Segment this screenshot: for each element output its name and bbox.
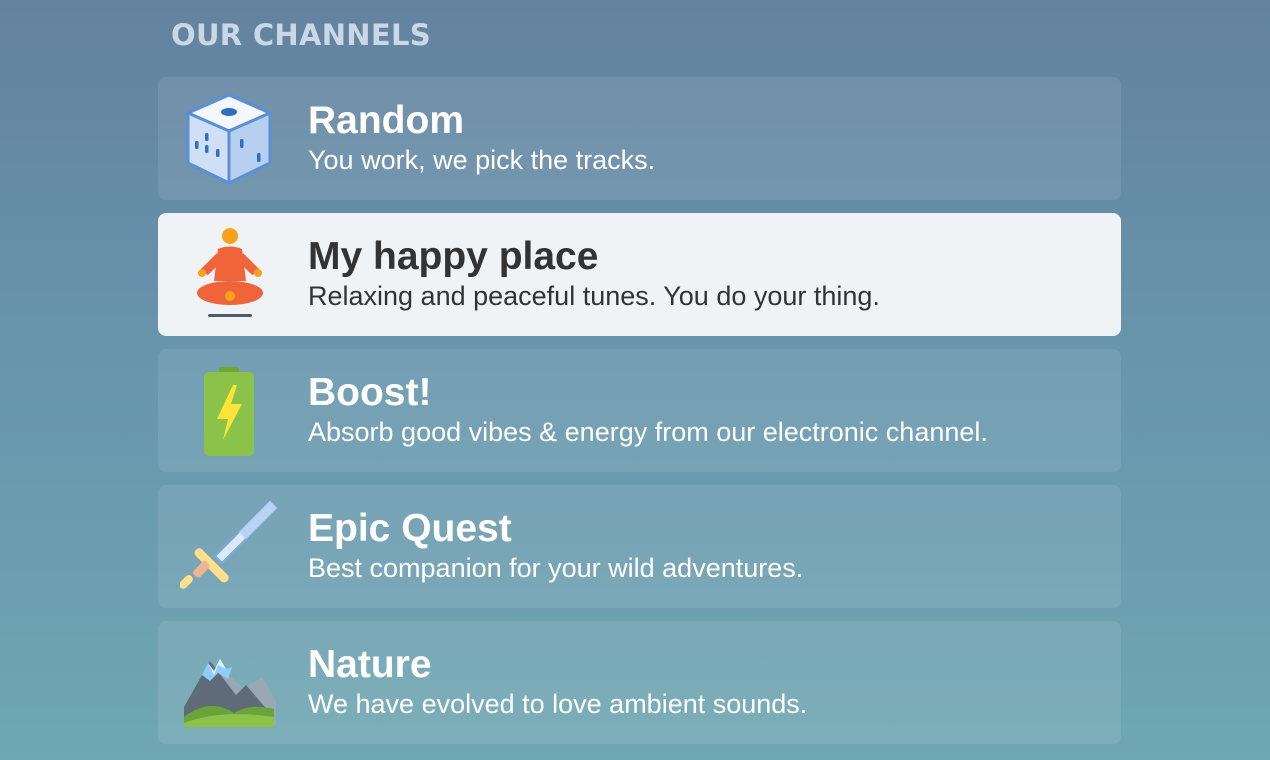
channel-nature[interactable]: Nature We have evolved to love ambient s… bbox=[158, 621, 1121, 744]
channel-description: Relaxing and peaceful tunes. You do your… bbox=[308, 281, 880, 311]
channel-name: Random bbox=[308, 99, 464, 142]
channel-description: Absorb good vibes & energy from our elec… bbox=[308, 417, 988, 447]
section-title: OUR CHANNELS bbox=[171, 18, 431, 52]
channel-name: Boost! bbox=[308, 371, 432, 414]
channel-description: We have evolved to love ambient sounds. bbox=[308, 689, 808, 719]
channel-boost[interactable]: Boost! Absorb good vibes & energy from o… bbox=[158, 349, 1121, 472]
dice-icon bbox=[180, 91, 278, 187]
mountain-icon bbox=[180, 635, 278, 731]
channel-random[interactable]: Random You work, we pick the tracks. bbox=[158, 77, 1121, 200]
channel-name: Nature bbox=[308, 643, 432, 686]
channel-description: Best companion for your wild adventures. bbox=[308, 553, 804, 583]
channel-list: Random You work, we pick the tracks. My … bbox=[158, 77, 1121, 757]
channel-name: My happy place bbox=[308, 235, 599, 278]
meditation-icon bbox=[180, 227, 278, 323]
battery-icon bbox=[180, 363, 278, 459]
channel-name: Epic Quest bbox=[308, 507, 512, 550]
channel-epic-quest[interactable]: Epic Quest Best companion for your wild … bbox=[158, 485, 1121, 608]
channel-description: You work, we pick the tracks. bbox=[308, 145, 656, 175]
sword-icon bbox=[180, 499, 278, 595]
channel-my-happy-place[interactable]: My happy place Relaxing and peaceful tun… bbox=[158, 213, 1121, 336]
